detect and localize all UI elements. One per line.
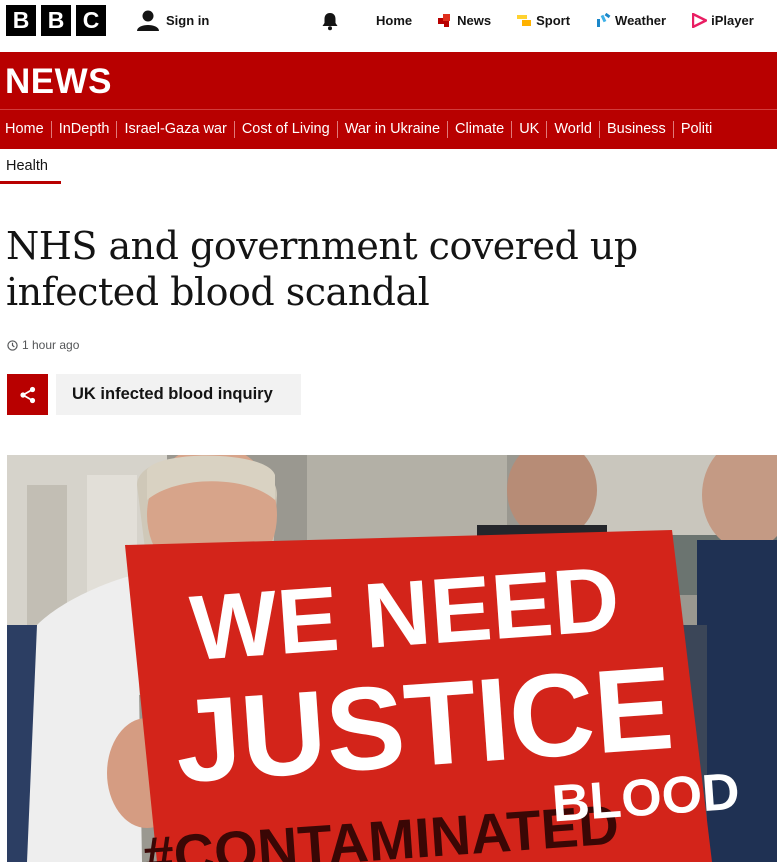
- section-nav-item[interactable]: War in Ukraine: [336, 121, 447, 138]
- topic-tag-label: UK infected blood inquiry: [72, 385, 273, 403]
- global-nav-home[interactable]: Home: [376, 13, 412, 28]
- article-timestamp: 1 hour ago: [7, 338, 79, 352]
- sign-in-label: Sign in: [166, 12, 210, 28]
- section-nav-item[interactable]: World: [546, 121, 599, 138]
- section-nav-item[interactable]: UK: [511, 121, 546, 138]
- global-nav-label: iPlayer: [711, 13, 754, 28]
- timestamp-label: 1 hour ago: [22, 338, 80, 352]
- section-nav-item[interactable]: Israel-Gaza war: [116, 121, 233, 138]
- share-icon: [19, 386, 35, 403]
- user-icon: [137, 10, 159, 31]
- weather-icon: [597, 13, 611, 27]
- news-icon: [438, 14, 451, 27]
- notifications-bell-icon[interactable]: [320, 11, 340, 31]
- bbc-logo[interactable]: B B C: [6, 5, 106, 36]
- clock-icon: [7, 339, 18, 351]
- global-header: B B C Sign in Home News Sport Weather iP…: [0, 0, 777, 44]
- section-nav-item[interactable]: Cost of Living: [233, 121, 337, 138]
- share-button[interactable]: [7, 374, 48, 415]
- section-nav-item[interactable]: Climate: [447, 121, 511, 138]
- section-nav-item[interactable]: Home: [5, 121, 51, 138]
- subsection-link-health[interactable]: Health: [6, 158, 48, 174]
- global-nav-label: Sport: [536, 13, 571, 28]
- bbc-logo-block: B: [6, 5, 36, 36]
- global-nav-label: Home: [376, 13, 413, 28]
- news-masthead: NEWS: [0, 52, 777, 109]
- section-nav: Home InDepth Israel-Gaza war Cost of Liv…: [0, 109, 777, 149]
- article-headline: NHS and government covered up infected b…: [6, 224, 638, 314]
- protest-photo: WE NEED JUSTICE #CONTAMINATED BLOOD: [7, 455, 777, 862]
- global-nav-news[interactable]: News: [438, 13, 491, 28]
- iplayer-icon: [692, 13, 708, 28]
- subsection-active-indicator: [0, 181, 61, 184]
- global-nav-weather[interactable]: Weather: [596, 13, 666, 28]
- section-nav-item[interactable]: Politi: [672, 121, 719, 138]
- global-nav: Home News Sport Weather iPlayer: [376, 13, 754, 28]
- topic-tag[interactable]: UK infected blood inquiry: [56, 374, 301, 415]
- global-nav-label: Weather: [615, 13, 667, 28]
- global-nav-sport[interactable]: Sport: [517, 13, 570, 28]
- global-nav-label: News: [457, 13, 492, 28]
- section-nav-item[interactable]: Business: [598, 121, 673, 138]
- section-nav-item[interactable]: InDepth: [50, 121, 117, 138]
- bbc-logo-block: B: [41, 5, 71, 36]
- news-logo[interactable]: NEWS: [5, 62, 112, 102]
- hero-image: WE NEED JUSTICE #CONTAMINATED BLOOD: [7, 455, 777, 862]
- bbc-logo-block: C: [76, 5, 106, 36]
- global-nav-iplayer[interactable]: iPlayer: [692, 13, 754, 28]
- sport-icon: [517, 15, 532, 26]
- sign-in-link[interactable]: Sign in: [137, 9, 209, 31]
